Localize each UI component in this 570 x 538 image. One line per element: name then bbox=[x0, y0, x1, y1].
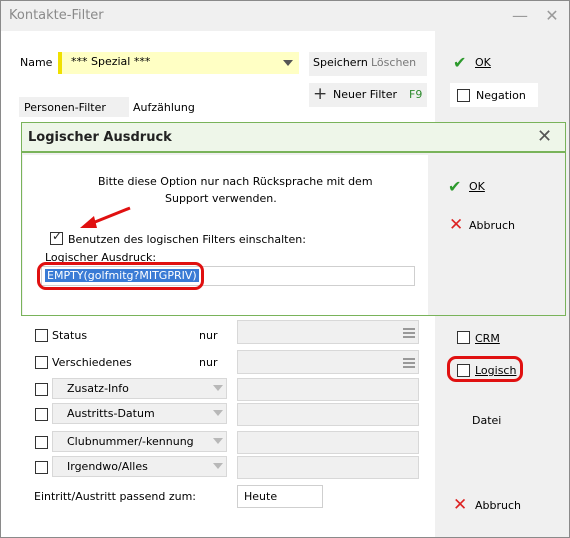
dialog-title: Logischer Ausdruck bbox=[28, 130, 172, 145]
datei-button[interactable]: Datei bbox=[472, 414, 501, 427]
close-icon[interactable]: ✕ bbox=[541, 5, 563, 27]
dialog-title-bar: Logischer Ausdruck ✕ bbox=[22, 123, 565, 153]
verschiedenes-field[interactable] bbox=[237, 350, 419, 374]
negation-toggle[interactable]: Negation bbox=[450, 83, 538, 107]
zusatz-info-select[interactable]: Zusatz-Info bbox=[52, 378, 227, 399]
name-value: *** Spezial *** bbox=[71, 55, 151, 68]
irgendwo-checkbox[interactable] bbox=[35, 461, 48, 474]
title-bar: Kontakte-Filter — ✕ bbox=[1, 1, 569, 31]
verschiedenes-label: Verschiedenes bbox=[52, 356, 132, 369]
x-icon: ✕ bbox=[453, 495, 468, 515]
austritts-datum-field[interactable] bbox=[237, 403, 419, 426]
red-arrow-icon bbox=[80, 206, 131, 228]
clubnummer-field[interactable] bbox=[237, 431, 419, 454]
highlight-ring bbox=[37, 262, 204, 290]
checkmark-icon: ✓ bbox=[52, 229, 63, 243]
x-icon: ✕ bbox=[449, 215, 464, 235]
list-icon[interactable] bbox=[403, 328, 415, 338]
new-filter-button[interactable]: + Neuer Filter F9 bbox=[309, 83, 427, 107]
check-icon: ✔ bbox=[453, 53, 467, 72]
entry-label: Eintritt/Austritt passend zum: bbox=[34, 490, 197, 503]
clubnummer-select[interactable]: Clubnummer/-kennung bbox=[52, 431, 227, 452]
dialog-ok-button[interactable]: ✔ OK bbox=[448, 177, 528, 199]
dialog-message-line2: Support verwenden. bbox=[165, 192, 277, 205]
check-icon: ✔ bbox=[448, 177, 462, 196]
plus-icon: + bbox=[313, 84, 328, 104]
crm-checkbox[interactable] bbox=[457, 331, 470, 344]
close-icon[interactable]: ✕ bbox=[537, 126, 552, 147]
chevron-down-icon bbox=[213, 385, 223, 391]
dialog-body: Bitte diese Option nur nach Rücksprache … bbox=[23, 155, 428, 315]
verschiedenes-nur-label: nur bbox=[199, 356, 218, 369]
new-filter-shortcut: F9 bbox=[409, 88, 423, 101]
chevron-down-icon bbox=[213, 438, 223, 444]
tab-aufzaehlung[interactable]: Aufzählung bbox=[129, 97, 219, 117]
entry-field[interactable]: Heute bbox=[237, 485, 323, 508]
highlight-ring bbox=[447, 356, 523, 382]
status-field[interactable] bbox=[237, 320, 419, 344]
irgendwo-field[interactable] bbox=[237, 456, 419, 479]
name-label: Name bbox=[20, 56, 53, 69]
negation-checkbox[interactable] bbox=[457, 89, 470, 102]
status-label: Status bbox=[52, 329, 88, 342]
verschiedenes-checkbox[interactable] bbox=[35, 356, 48, 369]
name-select[interactable]: *** Spezial *** bbox=[58, 52, 299, 74]
dialog-abbruch-button[interactable]: ✕ Abbruch bbox=[449, 215, 549, 237]
abbruch-button[interactable]: ✕ Abbruch bbox=[453, 495, 543, 517]
status-nur-label: nur bbox=[199, 329, 218, 342]
chevron-down-icon bbox=[213, 463, 223, 469]
minimize-icon[interactable]: — bbox=[509, 5, 531, 27]
clubnummer-checkbox[interactable] bbox=[35, 436, 48, 449]
austritts-datum-select[interactable]: Austritts-Datum bbox=[52, 403, 227, 424]
zusatz-info-checkbox[interactable] bbox=[35, 383, 48, 396]
zusatz-info-field[interactable] bbox=[237, 378, 419, 401]
save-delete-group: Speichern Löschen bbox=[309, 52, 427, 76]
new-filter-label: Neuer Filter bbox=[333, 88, 397, 101]
logical-filter-checkbox[interactable]: ✓ bbox=[50, 229, 63, 245]
chevron-down-icon bbox=[283, 60, 293, 66]
logical-filter-label: Benutzen des logischen Filters einschalt… bbox=[68, 233, 306, 246]
delete-button[interactable]: Löschen bbox=[371, 56, 416, 69]
status-checkbox[interactable] bbox=[35, 329, 48, 342]
save-button[interactable]: Speichern bbox=[313, 56, 368, 69]
dialog-message-line1: Bitte diese Option nur nach Rücksprache … bbox=[98, 175, 373, 188]
chevron-down-icon bbox=[213, 410, 223, 416]
ok-button[interactable]: ✔ OK bbox=[453, 53, 513, 75]
austritts-datum-checkbox[interactable] bbox=[35, 408, 48, 421]
list-icon[interactable] bbox=[403, 358, 415, 368]
logischer-ausdruck-dialog: Logischer Ausdruck ✕ Bitte diese Option … bbox=[21, 122, 566, 316]
tab-personen-filter[interactable]: Personen-Filter bbox=[19, 97, 129, 117]
window-title: Kontakte-Filter bbox=[9, 8, 104, 23]
crm-label: CRM bbox=[475, 332, 500, 345]
irgendwo-select[interactable]: Irgendwo/Alles bbox=[52, 456, 227, 477]
